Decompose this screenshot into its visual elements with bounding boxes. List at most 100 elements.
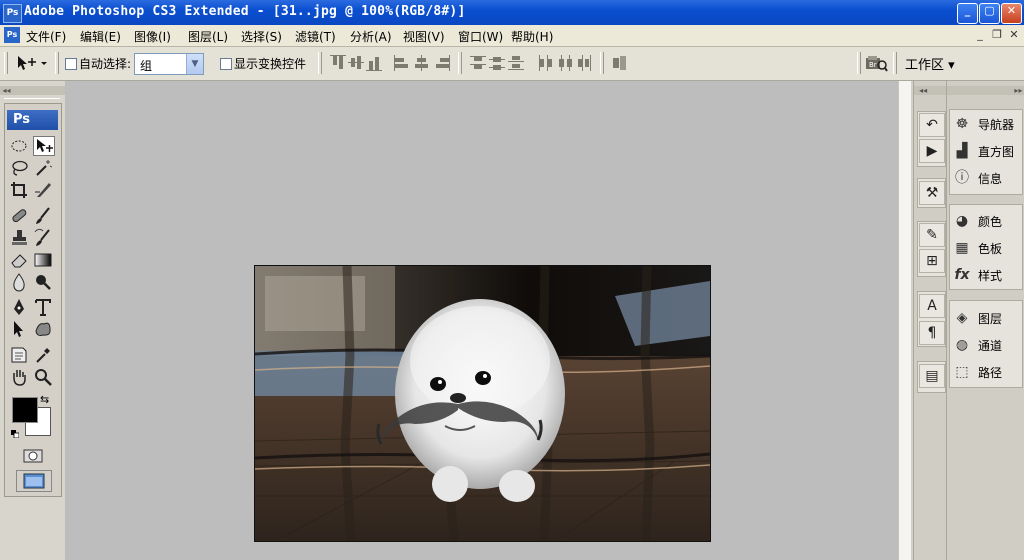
tools-collapse-header[interactable]: ◂◂ [0,86,65,95]
type-tool-icon[interactable] [33,297,53,317]
dock2-collapse-header[interactable]: ▸▸ [947,86,1024,95]
chevron-down-icon[interactable]: ▼ [186,54,203,74]
menu-analysis[interactable]: 分析(A) [350,28,392,45]
separator [893,52,897,74]
bridge-icon[interactable]: Br [864,53,888,73]
pen-tool-icon[interactable] [9,297,29,317]
doc-minimize-button[interactable]: _ [972,28,988,42]
swatches-icon: ▦ [955,240,969,256]
menu-bar: Ps 文件(F) 编辑(E) 图像(I) 图层(L) 选择(S) 滤镜(T) 分… [0,25,1024,47]
navigator-panel-tab[interactable]: ☸ 导航器 [950,113,1022,135]
swap-colors-icon[interactable]: ⇆ [40,394,52,406]
crop-tool-icon[interactable] [9,180,29,200]
document-icon[interactable]: Ps [4,27,20,43]
default-colors-icon[interactable] [11,427,20,439]
doc-close-button[interactable]: ✕ [1006,28,1022,42]
menu-image[interactable]: 图像(I) [134,28,171,45]
foreground-color-swatch[interactable] [12,397,38,423]
ps-logo-text: Ps [13,112,31,127]
auto-select-checkbox[interactable] [65,58,77,70]
align-left-icon[interactable] [394,55,410,71]
histogram-panel-tab[interactable]: ▟ 直方图 [950,140,1022,162]
tool-presets-panel-icon[interactable]: ⚒ [919,181,945,205]
distribute-top-icon[interactable] [470,55,486,71]
separator [458,52,462,74]
paragraph-panel-icon[interactable]: ¶ [919,321,945,345]
info-panel-tab[interactable]: ⓘ 信息 [950,167,1022,189]
eraser-tool-icon[interactable] [9,250,29,270]
actions-panel-icon[interactable]: ▶ [919,139,945,163]
options-grip[interactable] [4,52,8,74]
info-label: 信息 [978,172,1003,186]
color-panel-tab[interactable]: ◕ 颜色 [950,210,1022,232]
channels-panel-tab[interactable]: ◍ 通道 [950,334,1022,356]
menu-window[interactable]: 窗口(W) [458,28,503,45]
dock1-collapse-header[interactable]: ◂◂ [914,86,947,95]
menu-select[interactable]: 选择(S) [241,28,282,45]
character-panel-icon[interactable]: A [919,294,945,318]
navigator-icon: ☸ [955,116,969,132]
history-panel-icon[interactable]: ↶ [919,113,945,137]
distribute-hcenter-icon[interactable] [557,55,573,71]
move-tool-icon[interactable] [33,136,55,156]
color-label: 颜色 [978,215,1003,229]
auto-select-value: 组 [140,59,153,73]
slice-tool-icon[interactable] [33,180,53,200]
lasso-tool-icon[interactable] [9,158,29,178]
workspace-menu-button[interactable]: 工作区 ▾ [905,54,955,73]
distribute-bottom-icon[interactable] [508,55,524,71]
menu-filter[interactable]: 滤镜(T) [295,28,336,45]
maximize-button[interactable]: ▢ [979,3,1000,24]
path-selection-tool-icon[interactable] [9,319,29,339]
swatches-panel-tab[interactable]: ▦ 色板 [950,237,1022,259]
layers-panel-tab[interactable]: ◈ 图层 [950,307,1022,329]
screen-mode-button[interactable] [16,470,52,492]
brushes-panel-icon[interactable]: ✎ [919,223,945,247]
align-vcenter-icon[interactable] [348,55,364,71]
healing-brush-tool-icon[interactable] [9,206,29,226]
options-bar: 自动选择: 组 ▼ 显示变换控件 Br 工作区 ▾ [0,47,1024,81]
menu-view[interactable]: 视图(V) [403,28,445,45]
show-transform-checkbox[interactable] [220,58,232,70]
blur-tool-icon[interactable] [9,272,29,292]
close-button[interactable]: ✕ [1001,3,1022,24]
align-top-icon[interactable] [330,55,346,71]
distribute-right-icon[interactable] [576,55,592,71]
auto-align-layers-icon[interactable] [612,55,628,71]
image-canvas[interactable] [254,265,711,542]
brush-tool-icon[interactable] [33,206,53,226]
align-hcenter-icon[interactable] [414,55,430,71]
photoshop-app-icon[interactable]: Ps [3,4,22,23]
custom-shape-tool-icon[interactable] [33,319,53,339]
magic-wand-tool-icon[interactable] [33,158,53,178]
auto-select-dropdown[interactable]: 组 ▼ [134,53,204,75]
styles-panel-tab[interactable]: fx 样式 [950,264,1022,286]
clone-source-panel-icon[interactable]: ⊞ [919,249,945,273]
menu-layer[interactable]: 图层(L) [188,28,228,45]
history-brush-tool-icon[interactable] [33,228,53,248]
minimize-button[interactable]: _ [957,3,978,24]
move-tool-preset-icon[interactable] [14,53,48,73]
dodge-tool-icon[interactable] [33,272,53,292]
hand-tool-icon[interactable] [9,367,29,387]
photoshop-logo[interactable]: Ps [7,110,58,130]
align-bottom-icon[interactable] [366,55,382,71]
layer-comps-panel-icon[interactable]: ▤ [919,364,945,388]
distribute-vcenter-icon[interactable] [489,55,505,71]
doc-restore-button[interactable]: ❐ [989,28,1005,42]
zoom-tool-icon[interactable] [33,367,53,387]
quick-mask-icon[interactable] [23,449,43,463]
menu-edit[interactable]: 编辑(E) [80,28,121,45]
menu-file[interactable]: 文件(F) [26,28,66,45]
paths-panel-tab[interactable]: ⬚ 路径 [950,361,1022,383]
menu-help[interactable]: 帮助(H) [511,28,553,45]
eyedropper-tool-icon[interactable] [33,345,53,365]
channels-icon: ◍ [955,337,969,353]
clone-stamp-tool-icon[interactable] [9,228,29,248]
align-right-icon[interactable] [434,55,450,71]
gradient-tool-icon[interactable] [33,250,53,270]
vertical-scrollbar[interactable] [898,81,911,560]
marquee-tool-icon[interactable] [9,136,29,156]
notes-tool-icon[interactable] [9,345,29,365]
distribute-left-icon[interactable] [538,55,554,71]
